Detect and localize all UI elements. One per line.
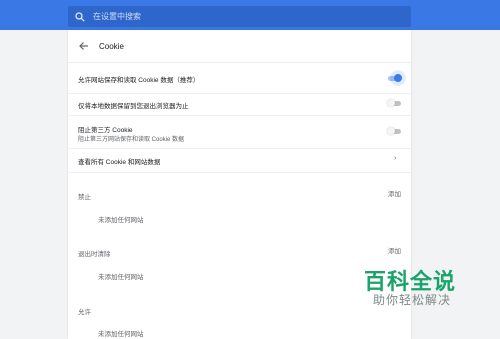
add-clear-on-exit-button[interactable]: 添加 bbox=[388, 245, 401, 255]
setting-sublabel: 阻止第三方网站保存和读取 Cookie 数据 bbox=[78, 137, 185, 143]
chevron-right-icon: › bbox=[394, 155, 397, 162]
empty-block-list: 未添加任何网站 bbox=[98, 217, 144, 224]
setting-label: 仅将本地数据保留到您退出浏览器为止 bbox=[78, 103, 189, 110]
setting-label: 阻止第三方 Cookie bbox=[78, 127, 133, 134]
page-title: Cookie bbox=[99, 41, 124, 51]
section-title-block: 禁止 bbox=[78, 194, 91, 201]
setting-label: 允许网站保存和读取 Cookie 数据（推荐） bbox=[78, 77, 200, 84]
block-third-party-toggle[interactable] bbox=[387, 127, 401, 135]
section-title-clear-on-exit: 退出时清除 bbox=[78, 251, 111, 258]
page-header: Cookie bbox=[68, 30, 411, 63]
top-bar: 在设置中搜索 bbox=[0, 0, 500, 30]
settings-search-box[interactable]: 在设置中搜索 bbox=[68, 6, 411, 27]
cookie-settings-card: Cookie 允许网站保存和读取 Cookie 数据（推荐） 仅将本地数据保留到… bbox=[68, 30, 411, 339]
search-placeholder: 在设置中搜索 bbox=[93, 12, 141, 21]
see-all-label: 查看所有 Cookie 和网站数据 bbox=[78, 159, 161, 166]
empty-allow-list: 未添加任何网站 bbox=[98, 331, 144, 338]
section-title-allow: 允许 bbox=[78, 309, 91, 316]
allow-cookies-toggle[interactable] bbox=[388, 74, 402, 82]
empty-clear-on-exit-list: 未添加任何网站 bbox=[98, 274, 144, 281]
see-all-cookies-link[interactable]: 查看所有 Cookie 和网站数据 › bbox=[68, 148, 411, 173]
search-icon bbox=[75, 11, 85, 22]
back-arrow-icon[interactable] bbox=[78, 40, 90, 52]
keep-local-data-toggle[interactable] bbox=[387, 99, 401, 107]
setting-row-block-third-party[interactable]: 阻止第三方 Cookie 阻止第三方网站保存和读取 Cookie 数据 bbox=[68, 115, 411, 149]
setting-row-keep-local-data[interactable]: 仅将本地数据保留到您退出浏览器为止 bbox=[68, 93, 411, 116]
add-block-button[interactable]: 添加 bbox=[388, 188, 401, 198]
setting-row-allow-cookies[interactable]: 允许网站保存和读取 Cookie 数据（推荐） bbox=[68, 63, 411, 94]
